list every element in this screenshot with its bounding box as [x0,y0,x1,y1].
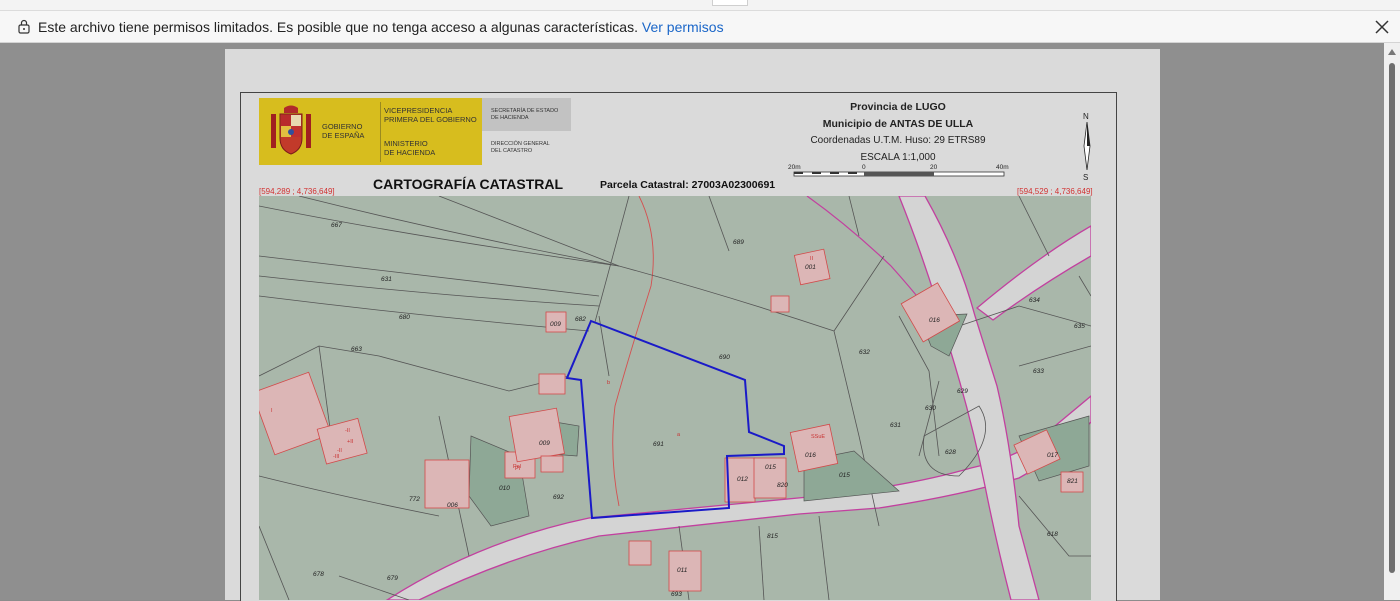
infobar-text: Este archivo tiene permisos limitados. E… [38,19,638,35]
secretaria-line-2: DE HACIENDA [491,115,529,121]
vice-line-2: PRIMERA DEL GOBIERNO [384,115,477,124]
label-667: 667 [331,222,342,229]
label-618: 618 [1047,531,1058,538]
label-693: 693 [671,591,682,598]
label-633: 633 [1033,368,1044,375]
permissions-infobar: Este archivo tiene permisos limitados. E… [0,11,1400,43]
label-690: 690 [719,354,730,361]
sub-III: -III [333,454,340,460]
ministerio-label: MINISTERIO DE HACIENDA [384,139,435,157]
cadastral-map[interactable]: 667 631 680 663 682 009 689 001 690 632 … [259,196,1091,600]
label-015-left: 015 [765,464,776,471]
ministerio-line-1: MINISTERIO [384,139,428,148]
label-010: 010 [499,485,510,492]
coordinates-text: Coordenadas U.T.M. Huso: 29 ETRS89 [810,135,986,146]
label-012: 012 [737,476,748,483]
gobierno-line-2: DE ESPAÑA [322,131,365,140]
scale-label-20m: 20m [788,164,801,171]
label-632: 632 [859,349,870,356]
secretaria-label: SECRETARÍA DE ESTADO DE HACIENDA [491,108,558,122]
vicepresidencia-label: VICEPRESIDENCIA PRIMERA DEL GOBIERNO [384,106,477,124]
secretaria-line-1: SECRETARÍA DE ESTADO [491,108,559,114]
label-016-right: 016 [805,452,816,459]
label-017: 017 [1047,452,1058,459]
scroll-up-arrow-icon[interactable] [1388,49,1396,55]
south-letter: S [1083,173,1088,182]
label-691: 691 [653,441,664,448]
label-629: 629 [957,388,968,395]
label-006: 006 [447,502,458,509]
label-016-top: 016 [929,317,940,324]
vice-line-1: VICEPRESIDENCIA [384,106,453,115]
vertical-scrollbar[interactable] [1384,43,1400,600]
label-011: 011 [677,567,688,574]
close-icon[interactable] [1372,17,1392,37]
gobierno-label: GOBIERNO DE ESPAÑA [322,122,364,140]
label-679: 679 [387,575,398,582]
label-628: 628 [945,449,956,456]
north-letter: N [1083,112,1089,121]
label-634: 634 [1029,297,1040,304]
lock-icon [18,19,30,34]
label-001: 001 [805,264,816,271]
scale-label-40m: 40m [996,164,1009,171]
ministerio-line-2: DE HACIENDA [384,148,436,157]
window-tab-nub[interactable] [712,0,748,6]
label-678: 678 [313,571,324,578]
sub-b-691: b [607,380,610,386]
sub-II-left: -II [345,428,350,434]
provincia-heading: Provincia de LUGO [850,101,946,113]
logo-divider [380,102,381,162]
direccion-line-2: DEL CATASTRO [491,148,533,154]
label-009: 009 [539,440,550,447]
direccion-label: DIRECCIÓN GENERAL DEL CATASTRO [491,141,550,155]
label-009-top: 009 [550,321,561,328]
label-631b: 631 [890,422,901,429]
scale-label-20: 20 [930,164,938,171]
scrollbar-thumb[interactable] [1389,63,1395,573]
label-680: 680 [399,314,410,321]
north-arrow-icon: N S [1083,112,1091,182]
label-692: 692 [553,494,564,501]
municipio-heading: Municipio de ANTAS DE ULLA [822,118,974,130]
view-permissions-link[interactable]: Ver permisos [642,19,724,35]
document-title: CARTOGRAFÍA CATASTRAL [373,176,564,192]
window-top-strip [0,0,1400,11]
label-682: 682 [575,316,586,323]
scale-text: ESCALA 1:1,000 [860,152,936,163]
coat-of-arms-icon [271,105,311,155]
coordinate-right: [594,529 ; 4,736,649] [1017,187,1093,196]
sub-II-b: -II [337,448,342,454]
label-015-right: 015 [839,472,850,479]
label-630: 630 [925,405,936,412]
direccion-line-1: DIRECCIÓN GENERAL [491,141,550,147]
scale-bar [793,171,1005,177]
label-772: 772 [409,496,420,503]
label-821: 821 [1067,478,1078,485]
label-635: 635 [1074,323,1085,330]
scale-label-0: 0 [862,164,866,171]
label-820: 820 [777,482,788,489]
sub-II: II [810,256,814,262]
label-815: 815 [767,533,778,540]
sub-SSuE: SSuE [811,434,825,440]
label-631: 631 [381,276,392,283]
label-689: 689 [733,239,744,246]
sub-plusII: +II [347,439,354,445]
coordinate-left: [594,289 ; 4,736,649] [259,187,335,196]
infobar-message: Este archivo tiene permisos limitados. E… [38,19,724,35]
label-663: 663 [351,346,362,353]
parcel-reference: Parcela Catastral: 27003A02300691 [600,179,776,191]
gobierno-line-1: GOBIERNO [322,122,363,131]
sub-Pel: Pel [513,464,521,470]
